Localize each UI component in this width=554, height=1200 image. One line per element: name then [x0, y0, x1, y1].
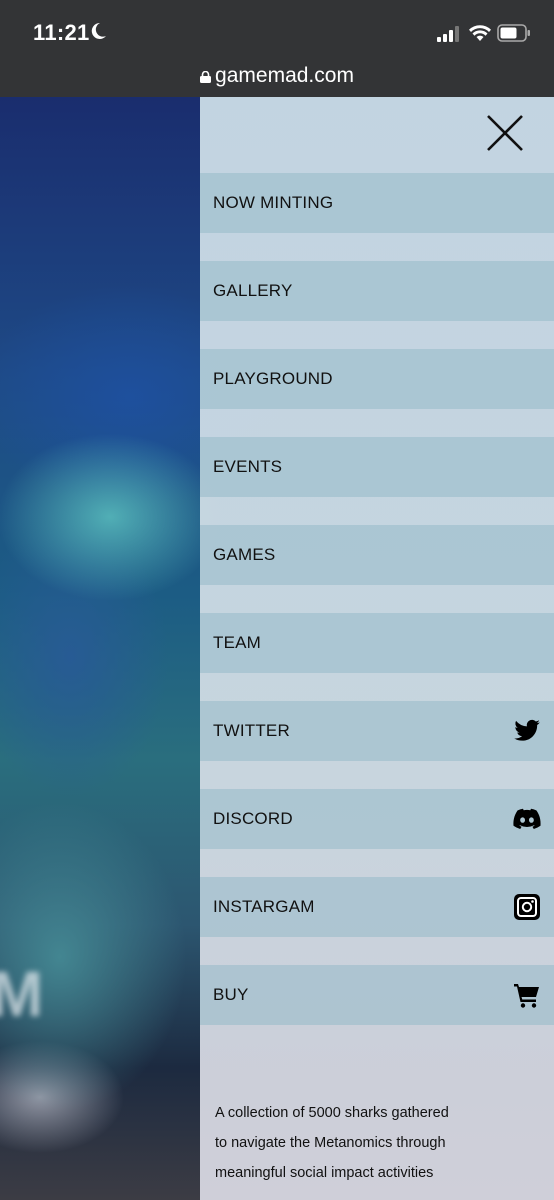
menu-item-games[interactable]: GAMES — [200, 525, 554, 585]
menu-item-playground[interactable]: PLAYGROUND — [200, 349, 554, 409]
menu-item-label: BUY — [213, 985, 249, 1004]
description-line: to navigate the Metanomics through — [215, 1135, 446, 1151]
menu-item-label: NOW MINTING — [213, 193, 334, 212]
discord-icon — [513, 808, 541, 829]
menu-item-twitter[interactable]: TWITTER — [200, 701, 554, 761]
instagram-icon — [514, 894, 540, 920]
menu-item-label: TWITTER — [213, 721, 290, 740]
hero-blurred-logo: M — [0, 958, 48, 1030]
side-menu-panel: NOW MINTING GALLERY PLAYGROUND EVENTS GA… — [200, 97, 554, 1200]
menu-item-label: EVENTS — [213, 457, 283, 476]
menu-item-label: GAMES — [213, 545, 276, 564]
description-line: A collection of 5000 sharks gathered — [215, 1105, 449, 1121]
moon-icon — [91, 22, 106, 39]
status-time: 11:21 — [33, 20, 90, 45]
menu-item-buy[interactable]: BUY — [200, 965, 554, 1025]
menu-item-discord[interactable]: DISCORD — [200, 789, 554, 849]
menu-item-events[interactable]: EVENTS — [200, 437, 554, 497]
wifi-icon — [469, 25, 491, 41]
lock-icon — [200, 71, 212, 83]
menu-item-label: DISCORD — [213, 809, 293, 828]
menu-item-instagram[interactable]: INSTARGAM — [200, 877, 554, 937]
twitter-icon — [514, 719, 540, 741]
menu-item-label: PLAYGROUND — [213, 369, 333, 388]
menu-description: A collection of 5000 sharks gathered to … — [215, 1098, 545, 1188]
browser-address-bar[interactable]: gamemad.com — [0, 62, 554, 97]
cart-icon — [514, 984, 539, 1008]
menu-item-gallery[interactable]: GALLERY — [200, 261, 554, 321]
status-bar: 11:21 — [0, 0, 554, 62]
menu-item-label: INSTARGAM — [213, 897, 315, 916]
url-text: gamemad.com — [215, 64, 354, 87]
menu-item-team[interactable]: TEAM — [200, 613, 554, 673]
menu-item-label: TEAM — [213, 633, 262, 652]
cellular-signal-icon — [437, 26, 459, 42]
battery-icon — [497, 24, 530, 42]
menu-item-now-minting[interactable]: NOW MINTING — [200, 173, 554, 233]
menu-item-label: GALLERY — [213, 281, 293, 300]
close-icon[interactable] — [485, 113, 525, 153]
description-line: meaningful social impact activities — [215, 1165, 434, 1181]
